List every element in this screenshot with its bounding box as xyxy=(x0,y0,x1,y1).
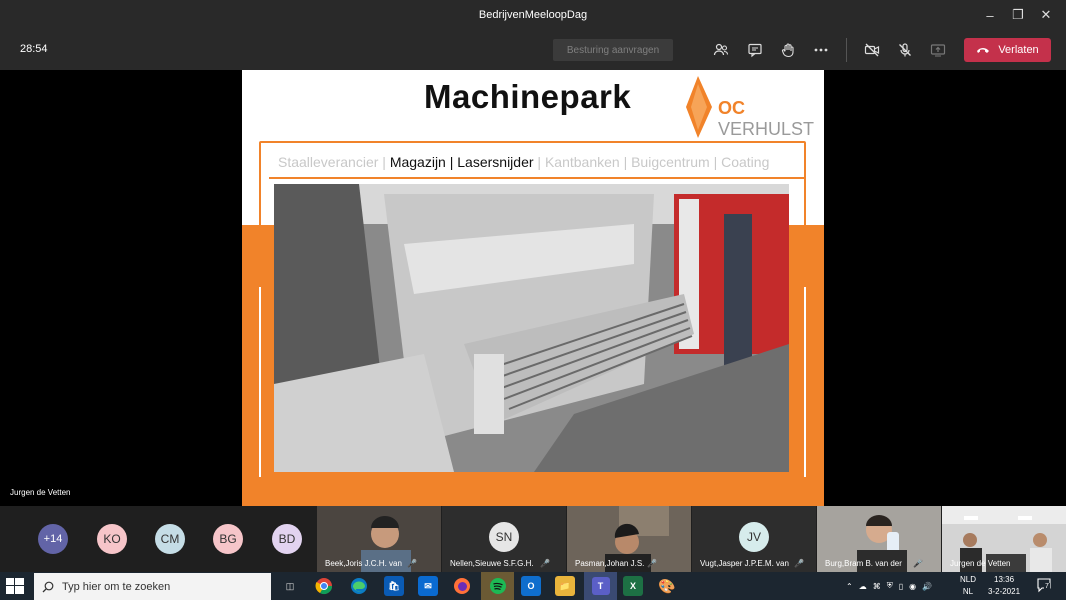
chat-icon[interactable] xyxy=(745,40,765,60)
shield-icon[interactable]: ⛨ xyxy=(887,581,893,591)
meeting-timer: 28:54 xyxy=(20,43,48,55)
overflow-participants[interactable]: +14 xyxy=(38,524,68,554)
process-breadcrumb: Staalleverancier | Magazijn | Lasersnijd… xyxy=(278,154,769,170)
task-view-icon[interactable]: ◫ xyxy=(280,576,300,596)
participant-video-tile[interactable]: Burg,Bram B. van der 🎤 xyxy=(817,506,941,572)
network-icon[interactable]: ⌘ xyxy=(873,582,881,591)
slide-frame-rule xyxy=(269,177,806,179)
language-code: NLD xyxy=(960,575,977,584)
participant-avatar: JV xyxy=(739,522,769,552)
firefox-icon[interactable] xyxy=(452,576,472,596)
window-title: BedrijvenMeeloopDag xyxy=(478,9,588,21)
meeting-toolbar: 28:54 Besturing aanvragen Verlaten xyxy=(0,30,1066,70)
phone-icon xyxy=(977,48,990,53)
clock-date: 3-2-2021 xyxy=(988,587,1021,596)
input-language[interactable]: NLD NL xyxy=(960,574,976,598)
slide-frame-edge-left xyxy=(259,287,261,477)
participant-video-tile[interactable]: Beek,Joris J.C.H. van 🎤 xyxy=(317,506,441,572)
system-tray: ⌃ ☁ ⌘ ⛨ ▯ ◉ 🔊 xyxy=(846,572,932,600)
chevron-up-icon[interactable]: ⌃ xyxy=(846,582,853,591)
logo-prefix: OC xyxy=(718,98,745,118)
onedrive-icon[interactable]: ☁ xyxy=(859,582,867,591)
mic-icon: 🎤 xyxy=(913,559,923,568)
participant-name: Pasman,Johan J.S. xyxy=(575,559,645,568)
mail-icon[interactable]: ✉ xyxy=(418,576,438,596)
participant-avatar-tile[interactable]: SN Nellen,Sieuwe S.F.G.H. 🎤 xyxy=(442,506,566,572)
participant-avatar: SN xyxy=(489,522,519,552)
volume-icon[interactable]: 🔊 xyxy=(922,582,932,591)
presenter-name: Jurgen de Vetten xyxy=(10,488,71,497)
mic-icon: 🎤 xyxy=(540,559,550,568)
machine-illustration xyxy=(274,184,789,472)
windows-taskbar: Typ hier om te zoeken ◫ 🛍 ✉ O 📁 T X 🎨 ⌃ … xyxy=(0,572,1066,600)
notification-count: 7 xyxy=(1044,583,1050,590)
mic-off-icon[interactable] xyxy=(895,40,915,60)
excel-icon[interactable]: X xyxy=(623,576,643,596)
shared-content-stage: Machinepark OC VERHULST Staalleverancier… xyxy=(0,70,1066,506)
window-controls: – ❐ ✕ xyxy=(976,0,1060,30)
teams-icon[interactable]: T xyxy=(584,572,617,600)
request-control-button[interactable]: Besturing aanvragen xyxy=(553,39,673,61)
presentation-slide: Machinepark OC VERHULST Staalleverancier… xyxy=(242,70,824,506)
participant-video-tile[interactable]: Jurgen de Vetten xyxy=(942,506,1066,572)
participants-strip: +14 KO CM BG BD Beek,Joris J.C.H. van 🎤 … xyxy=(0,506,1066,572)
mic-icon: 🎤 xyxy=(647,559,657,568)
breadcrumb-active: Magazijn | Lasersnijder xyxy=(389,154,534,170)
chrome-icon[interactable] xyxy=(314,576,334,596)
search-placeholder: Typ hier om te zoeken xyxy=(62,580,171,593)
participant-name: Nellen,Sieuwe S.F.G.H. xyxy=(450,559,534,568)
language-sub: NL xyxy=(962,587,974,596)
participant-video-tile[interactable]: Pasman,Johan J.S. 🎤 xyxy=(567,506,691,572)
participant-avatar[interactable]: BG xyxy=(213,524,243,554)
logo-mark-icon xyxy=(686,76,712,138)
participant-avatar[interactable]: BD xyxy=(272,524,302,554)
leave-label: Verlaten xyxy=(998,44,1039,56)
outlook-icon[interactable]: O xyxy=(521,576,541,596)
mic-icon: 🎤 xyxy=(794,559,804,568)
raise-hand-icon[interactable] xyxy=(778,40,798,60)
mic-icon: 🎤 xyxy=(407,559,417,568)
battery-icon[interactable]: ▯ xyxy=(899,582,903,591)
breadcrumb-before: Staalleverancier | xyxy=(278,154,386,170)
toolbar-divider xyxy=(846,38,847,62)
breadcrumb-after: | Kantbanken | Buigcentrum | Coating xyxy=(537,154,770,170)
logo-text: OC VERHULST xyxy=(718,98,814,140)
clock-time: 13:36 xyxy=(994,575,1015,584)
explorer-icon[interactable]: 📁 xyxy=(555,576,575,596)
participant-name: Jurgen de Vetten xyxy=(950,559,1011,568)
logo-name: VERHULST xyxy=(718,119,815,139)
search-icon xyxy=(42,581,54,592)
participant-name: Vugt,Jasper J.P.E.M. van xyxy=(700,559,789,568)
participant-name: Burg,Bram B. van der xyxy=(825,559,902,568)
wifi-icon[interactable]: ◉ xyxy=(909,582,916,591)
participant-name: Beek,Joris J.C.H. van xyxy=(325,559,402,568)
camera-off-icon[interactable] xyxy=(862,40,882,60)
leave-button[interactable]: Verlaten xyxy=(964,38,1051,62)
share-icon[interactable] xyxy=(928,40,948,60)
restore-icon[interactable]: ❐ xyxy=(1004,7,1032,23)
notifications-icon[interactable]: 7 xyxy=(1036,577,1052,593)
edge-icon[interactable] xyxy=(349,576,369,596)
taskbar-clock[interactable]: 13:36 3-2-2021 xyxy=(988,574,1020,598)
minimize-icon[interactable]: – xyxy=(976,8,1004,23)
spotify-icon[interactable] xyxy=(481,572,514,600)
participant-avatar[interactable]: CM xyxy=(155,524,185,554)
more-icon[interactable] xyxy=(811,40,831,60)
slide-frame-edge-right xyxy=(804,287,806,477)
participant-avatar[interactable]: KO xyxy=(97,524,127,554)
paint-icon[interactable]: 🎨 xyxy=(657,576,677,596)
participant-avatar-tile[interactable]: JV Vugt,Jasper J.P.E.M. van 🎤 xyxy=(692,506,816,572)
window-title-bar: BedrijvenMeeloopDag – ❐ ✕ xyxy=(0,0,1066,30)
taskbar-search[interactable]: Typ hier om te zoeken xyxy=(34,573,271,600)
slide-title: Machinepark xyxy=(424,78,632,115)
company-logo: OC VERHULST xyxy=(682,76,814,139)
windows-start-icon[interactable] xyxy=(6,578,24,594)
machine-photo xyxy=(274,184,789,472)
store-icon[interactable]: 🛍 xyxy=(384,576,404,596)
people-icon[interactable] xyxy=(711,40,731,60)
close-icon[interactable]: ✕ xyxy=(1032,7,1060,23)
